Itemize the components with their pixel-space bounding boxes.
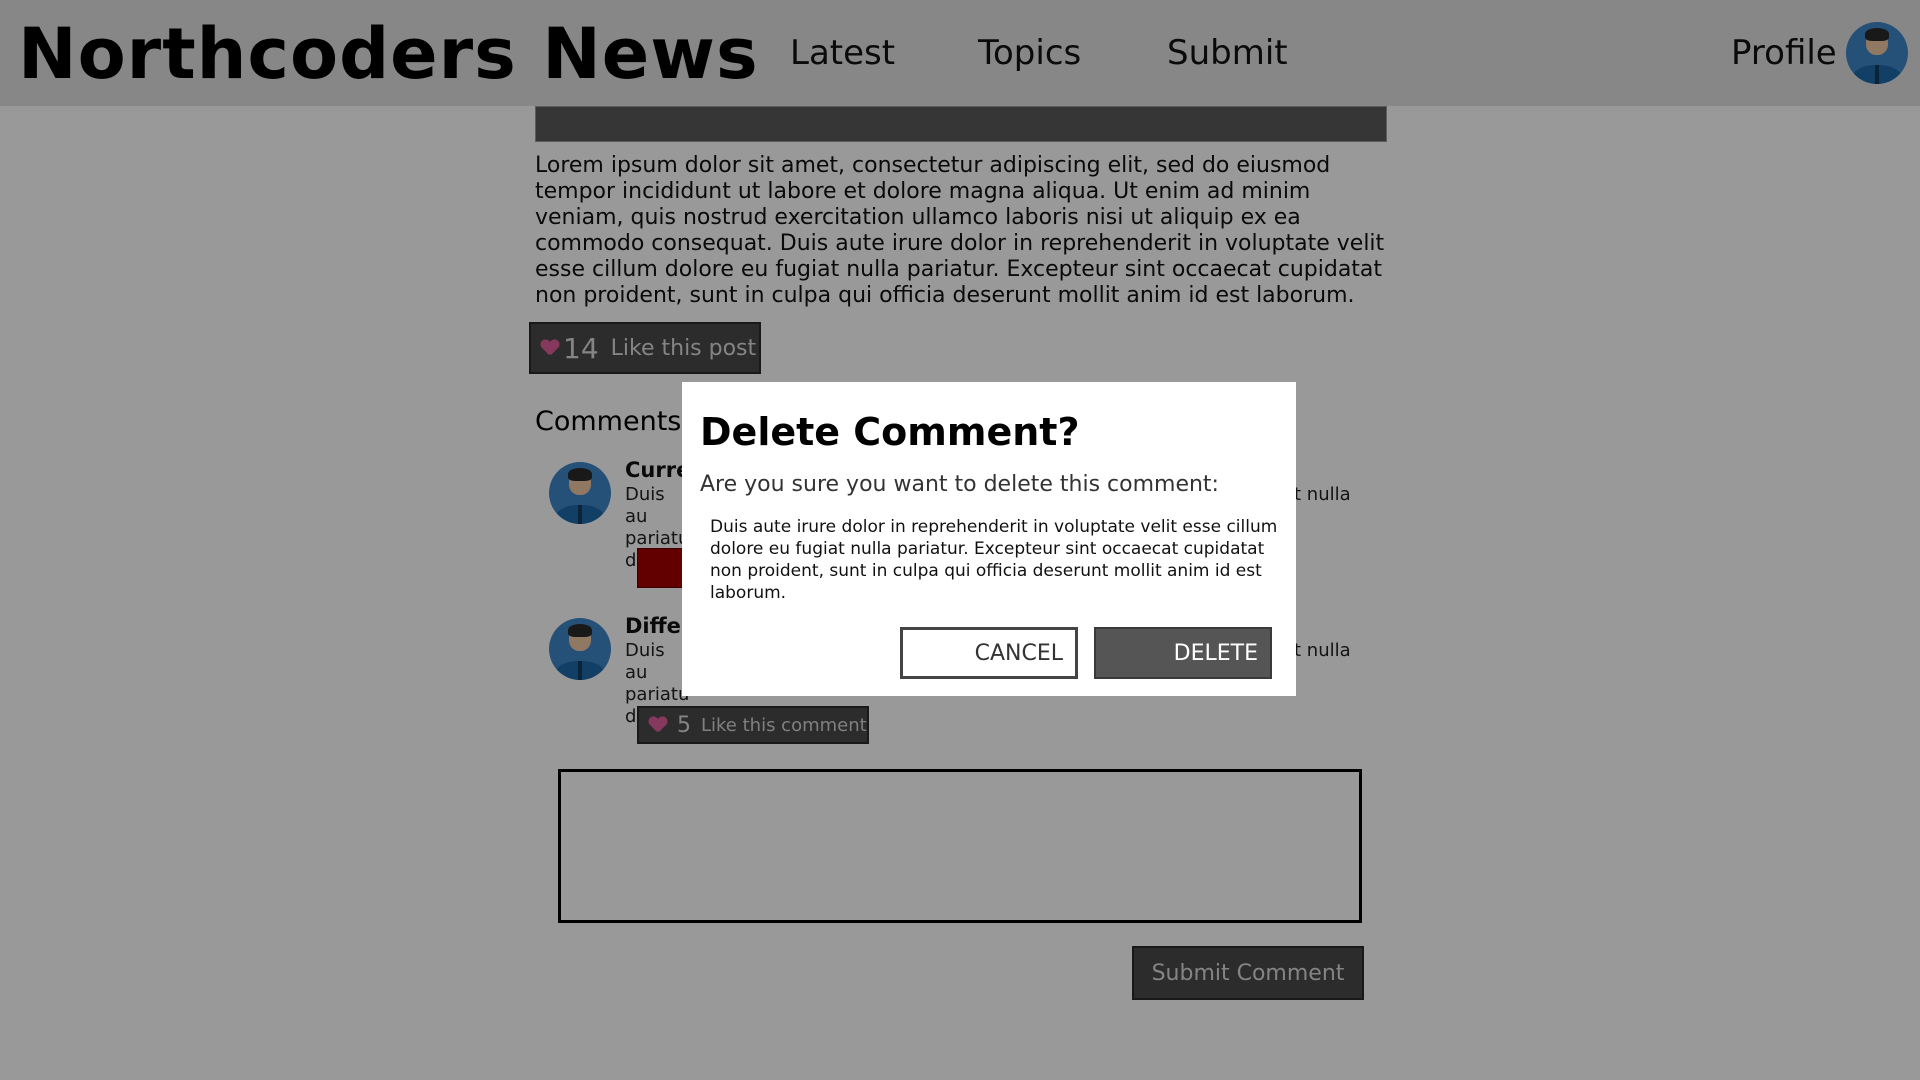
cancel-button[interactable]: CANCEL	[900, 627, 1078, 679]
dialog-comment-quote: Duis aute irure dolor in reprehenderit i…	[710, 517, 1278, 603]
delete-comment-dialog: Delete Comment? Are you sure you want to…	[682, 382, 1296, 696]
delete-button[interactable]: DELETE	[1094, 627, 1272, 679]
dialog-title: Delete Comment?	[700, 410, 1080, 454]
dialog-question: Are you sure you want to delete this com…	[700, 472, 1219, 497]
